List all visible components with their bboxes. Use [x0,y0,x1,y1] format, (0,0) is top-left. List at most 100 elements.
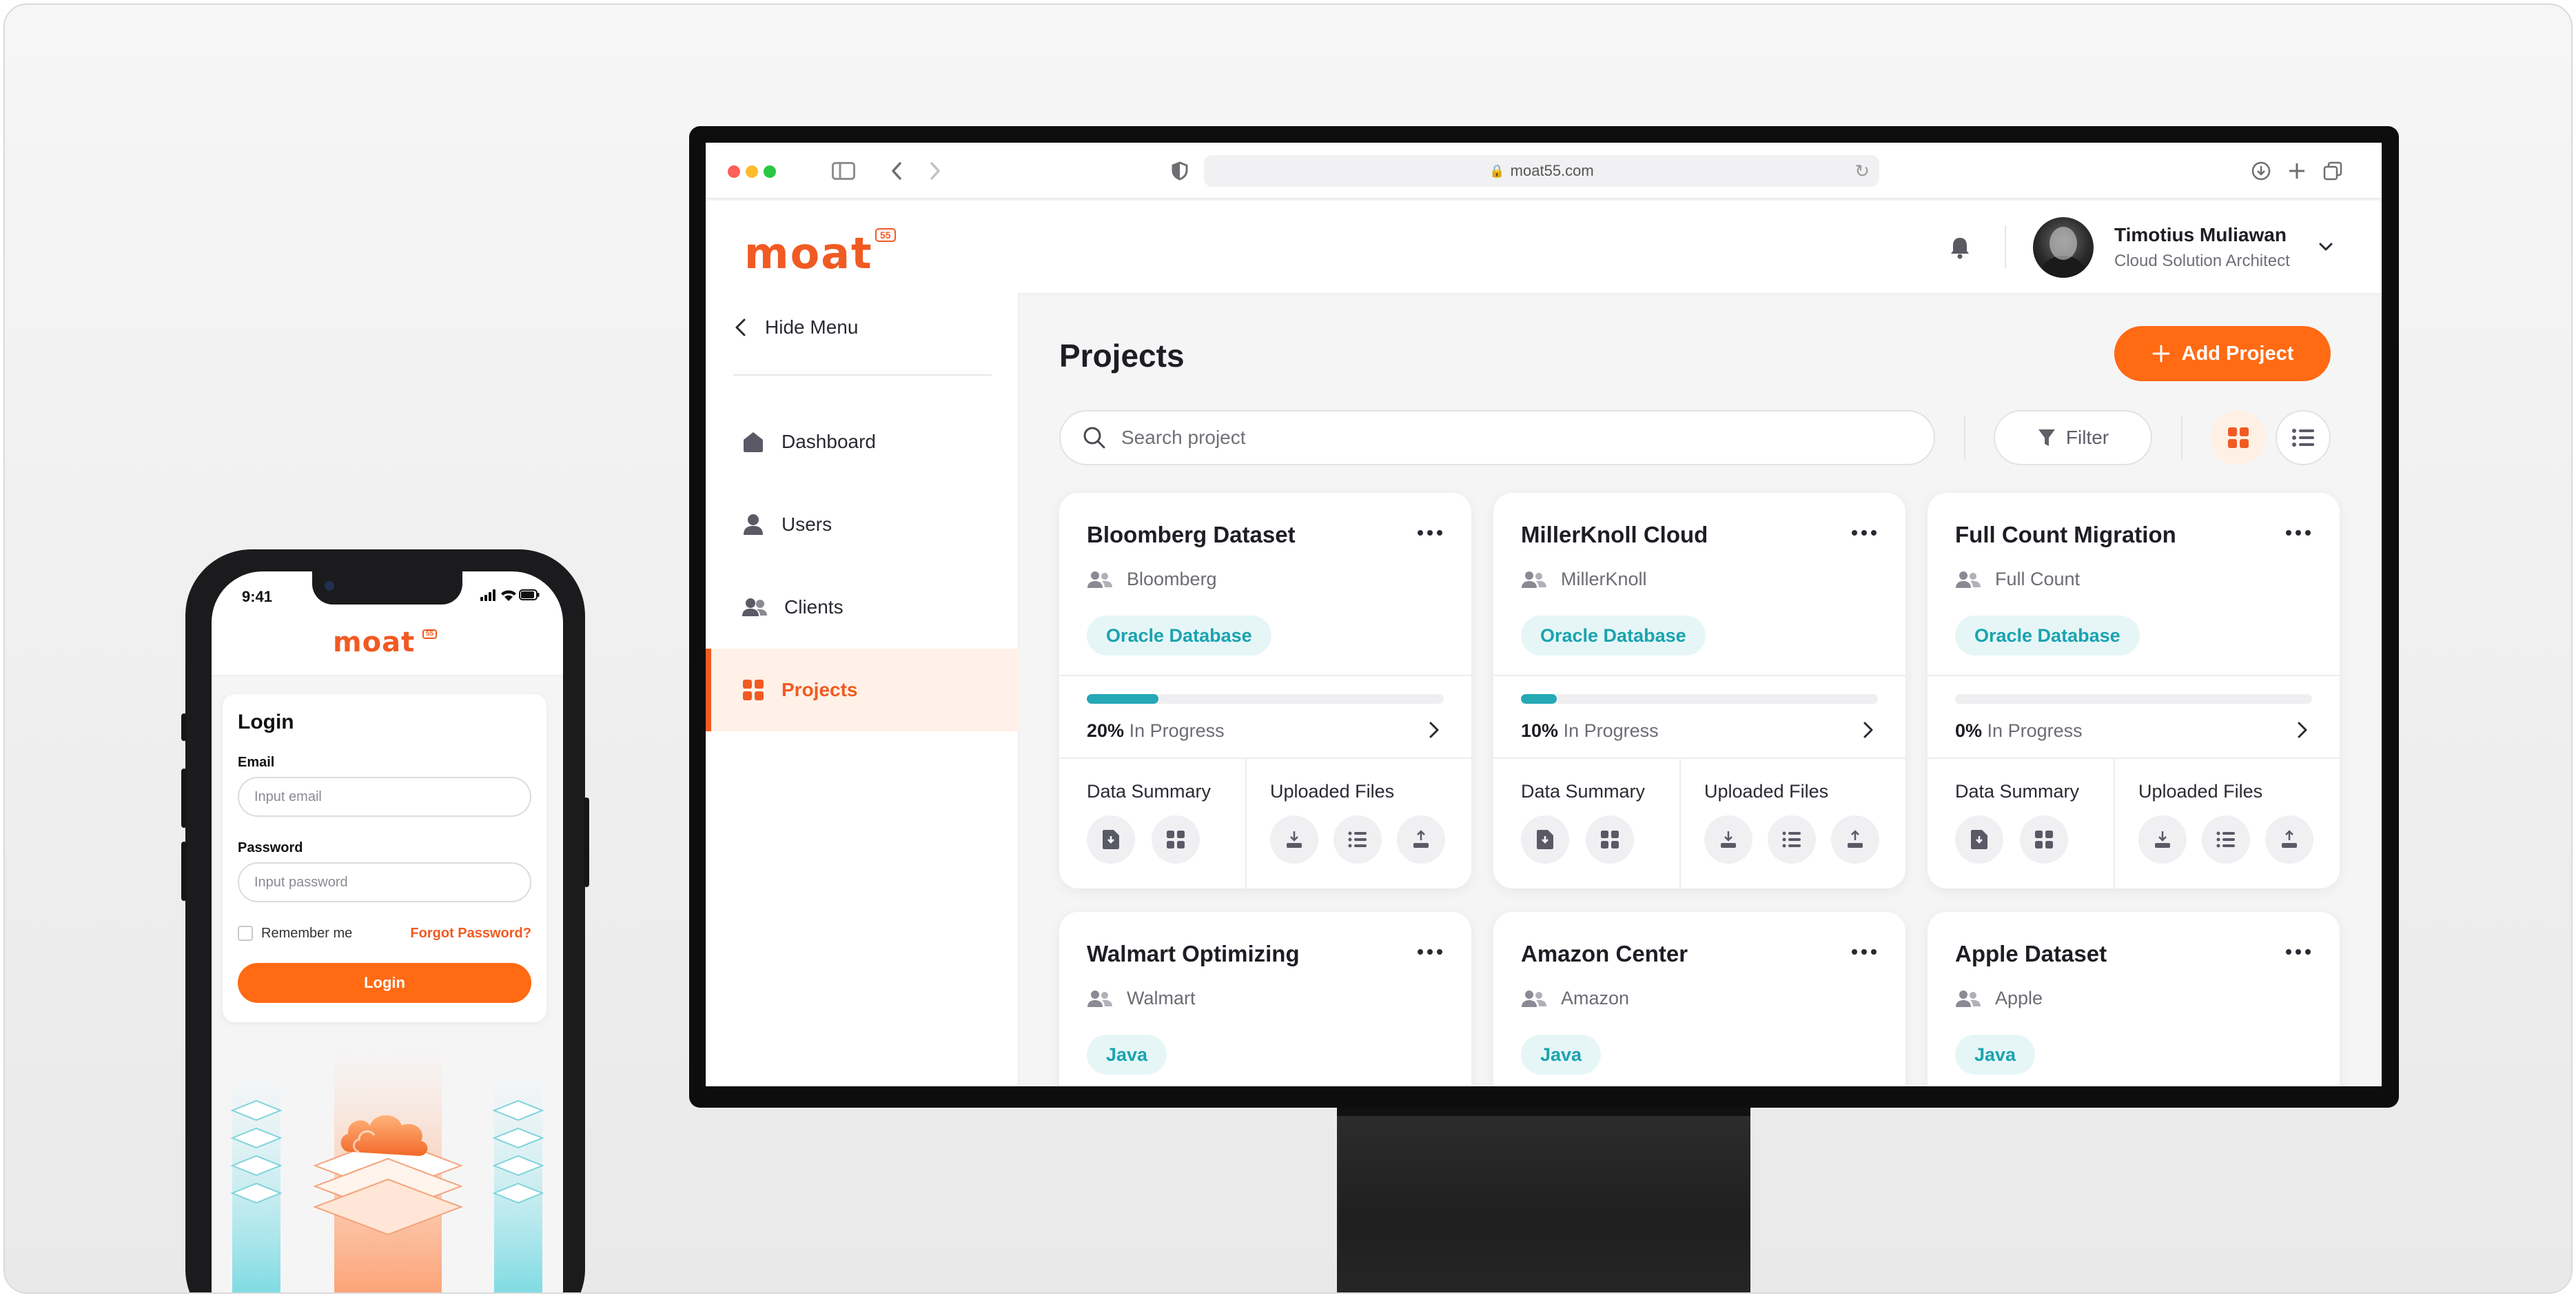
data-grid-button[interactable] [1152,815,1200,864]
hide-menu-label: Hide Menu [765,316,859,338]
remember-me-checkbox[interactable] [238,926,253,941]
lock-icon: 🔒 [1489,163,1505,178]
more-options-icon[interactable] [2284,525,2312,541]
chevron-down-icon[interactable] [2316,236,2336,257]
back-icon[interactable] [886,156,907,185]
data-file-button[interactable] [1521,815,1569,864]
tech-tag: Java [1087,1035,1167,1075]
project-card[interactable]: Walmart Optimizing Walmart Java [1059,912,1471,1086]
sidebar-toggle-icon[interactable] [830,156,857,185]
project-title[interactable]: MillerKnoll Cloud [1521,522,1708,548]
upload-icon [1848,830,1863,848]
sidebar-item-label: Projects [781,679,858,700]
new-tab-icon[interactable] [2285,156,2309,185]
project-title[interactable]: Walmart Optimizing [1087,941,1300,967]
file-download-icon [1537,830,1553,849]
password-field[interactable] [238,862,531,902]
more-options-icon[interactable] [2284,944,2312,960]
project-title[interactable]: Amazon Center [1521,941,1688,967]
upload-files-button[interactable] [1397,815,1445,864]
more-options-icon[interactable] [1850,525,1878,541]
project-title[interactable]: Apple Dataset [1955,941,2107,967]
download-files-button[interactable] [1270,815,1318,864]
list-files-button[interactable] [1768,815,1816,864]
filter-button[interactable]: Filter [1994,410,2152,465]
sidebar-item-projects[interactable]: Projects [706,649,1019,731]
forward-icon[interactable] [925,156,945,185]
card-divider [1059,758,1471,759]
user-avatar[interactable] [2033,217,2094,278]
download-files-button[interactable] [2138,815,2187,864]
data-grid-button[interactable] [1586,815,1634,864]
login-button[interactable]: Login [238,963,531,1003]
search-input[interactable] [1121,427,1879,449]
project-card[interactable]: MillerKnoll Cloud MillerKnoll Oracle Dat… [1493,493,1905,888]
list-icon [2216,831,2235,848]
login-card: Login Email Password Remember me Forgot … [223,694,546,1022]
project-client: Bloomberg [1087,569,1217,590]
sidebar-item-users[interactable]: Users [706,483,1019,566]
uploaded-files-label: Uploaded Files [1704,781,1829,802]
toolbar-divider [2181,416,2183,460]
project-client: Walmart [1087,988,1196,1009]
project-card[interactable]: Full Count Migration Full Count Oracle D… [1928,493,2340,888]
upload-files-button[interactable] [1831,815,1879,864]
notification-bell-icon[interactable] [1946,234,1974,261]
moat-logo[interactable]: moat [744,228,873,278]
user-role: Cloud Solution Architect [2114,252,2290,270]
more-options-icon[interactable] [1416,944,1444,960]
project-title[interactable]: Bloomberg Dataset [1087,522,1296,548]
list-files-button[interactable] [2202,815,2250,864]
chevron-right-icon[interactable] [1424,720,1444,740]
remember-me-label[interactable]: Remember me [261,926,352,942]
download-files-button[interactable] [1704,815,1752,864]
forgot-password-link[interactable]: Forgot Password? [410,926,531,942]
address-bar[interactable]: 🔒 moat55.com ↻ [1204,155,1879,187]
email-field[interactable] [238,777,531,817]
card-divider [1928,675,2340,676]
maximize-window-button[interactable] [764,165,776,178]
tech-tag: Java [1521,1035,1602,1075]
client-icon [1087,571,1112,588]
upload-icon [2282,830,2297,848]
chevron-left-icon [735,318,746,336]
project-card[interactable]: Amazon Center Amazon Java [1493,912,1905,1086]
project-card[interactable]: Bloomberg Dataset Bloomberg Oracle Datab… [1059,493,1471,888]
app-header: moat 55 Timotius Muliawan Cloud Solution… [706,201,2382,293]
data-file-button[interactable] [1087,815,1135,864]
phone-time: 9:41 [242,588,273,605]
download-icon[interactable] [2249,156,2273,185]
data-grid-button[interactable] [2020,815,2068,864]
phone-status-icons [480,589,540,601]
project-card[interactable]: Apple Dataset Apple Java [1928,912,2340,1086]
hide-menu-button[interactable]: Hide Menu [733,316,858,338]
tech-tag: Oracle Database [1087,616,1271,656]
data-file-button[interactable] [1955,815,2003,864]
chevron-right-icon[interactable] [2293,720,2312,740]
more-options-icon[interactable] [1416,525,1444,541]
more-options-icon[interactable] [1850,944,1878,960]
reload-icon[interactable]: ↻ [1854,161,1870,182]
client-icon [1956,571,1981,588]
user-name[interactable]: Timotius Muliawan [2114,224,2287,246]
list-files-button[interactable] [1333,815,1382,864]
close-window-button[interactable] [728,165,740,178]
project-title[interactable]: Full Count Migration [1955,522,2176,548]
sidebar-divider [733,374,992,376]
monitor-frame: 🔒 moat55.com ↻ moat 55 Timotius Muliawan… [689,126,2399,1108]
phone-volume-down [181,842,187,901]
tab-overview-icon[interactable] [2321,156,2344,185]
upload-files-button[interactable] [2265,815,2313,864]
minimize-window-button[interactable] [746,165,758,178]
chevron-right-icon[interactable] [1859,720,1878,740]
progress-status: 0% In Progress [1955,720,2083,742]
list-view-button[interactable] [2276,410,2331,465]
progress-percent: 20% [1087,720,1125,741]
sidebar-item-dashboard[interactable]: Dashboard [706,400,1019,483]
sidebar-item-clients[interactable]: Clients [706,566,1019,649]
client-icon [1956,990,1981,1007]
grid-view-button[interactable] [2211,410,2266,465]
privacy-shield-icon[interactable] [1169,156,1191,185]
uploaded-files-label: Uploaded Files [1270,781,1395,802]
add-project-button[interactable]: Add Project [2114,326,2331,381]
